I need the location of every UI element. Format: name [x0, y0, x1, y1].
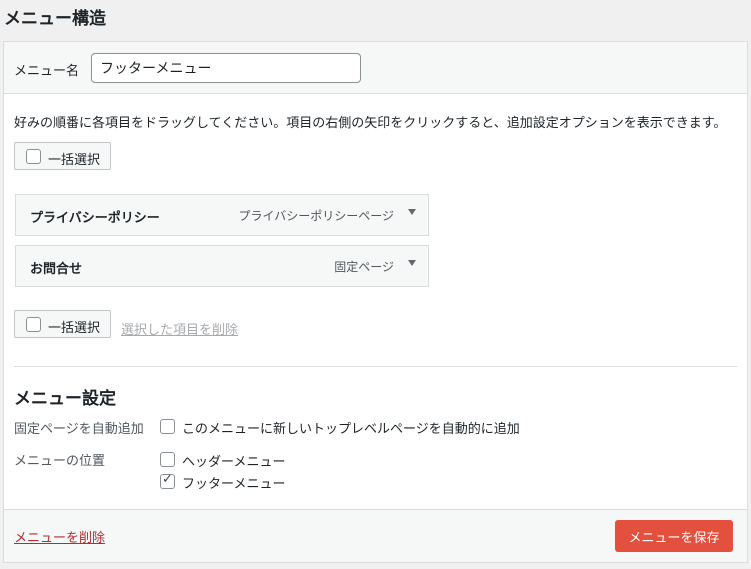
menu-item-privacy[interactable]: プライバシーポリシー プライバシーポリシーページ — [15, 194, 429, 236]
page-title: メニュー構造 — [4, 9, 106, 29]
remove-selected-link[interactable]: 選択した項目を削除 — [121, 319, 238, 338]
location-header-checkbox[interactable] — [160, 452, 175, 467]
menu-item-contact[interactable]: お問合せ 固定ページ — [15, 245, 429, 287]
menu-settings-title: メニュー設定 — [14, 389, 116, 409]
auto-add-label: 固定ページを自動追加 — [14, 422, 144, 437]
save-menu-button[interactable]: メニューを保存 — [615, 520, 733, 552]
delete-menu-link[interactable]: メニューを削除 — [14, 527, 105, 546]
menu-item-title: お問合せ — [30, 262, 83, 277]
menu-name-input[interactable] — [91, 53, 361, 83]
checkmark-icon: ✓ — [162, 472, 173, 487]
menu-item-type: 固定ページ — [334, 260, 394, 274]
auto-add-checkbox[interactable] — [160, 419, 175, 434]
bulk-select-bottom[interactable]: 一括選択 — [14, 310, 111, 338]
menu-item-type: プライバシーポリシーページ — [238, 209, 394, 223]
chevron-down-icon[interactable] — [408, 209, 416, 215]
instructions-text: 好みの順番に各項目をドラッグしてください。項目の右側の矢印をクリックすると、追加… — [14, 116, 727, 131]
footer-bar: メニューを削除 メニューを保存 — [4, 509, 747, 562]
location-footer-checkbox[interactable]: ✓ — [160, 472, 175, 489]
bulk-select-label: 一括選択 — [48, 153, 101, 168]
bulk-select-checkbox-top[interactable] — [26, 149, 41, 164]
bulk-select-label: 一括選択 — [48, 321, 101, 336]
bulk-select-checkbox-bottom[interactable] — [26, 317, 41, 332]
chevron-down-icon[interactable] — [408, 260, 416, 266]
auto-add-option-label: このメニューに新しいトップレベルページを自動的に追加 — [182, 422, 520, 437]
menu-name-bar: メニュー名 — [4, 42, 747, 94]
menu-item-title: プライバシーポリシー — [30, 211, 160, 226]
location-header-label: ヘッダーメニュー — [182, 455, 286, 470]
menu-location-label: メニューの位置 — [14, 454, 106, 469]
location-footer-label: フッターメニュー — [182, 477, 286, 492]
menu-name-label: メニュー名 — [14, 64, 80, 79]
bulk-select-top[interactable]: 一括選択 — [14, 142, 111, 170]
divider — [14, 366, 737, 367]
menu-structure-panel: メニュー名 好みの順番に各項目をドラッグしてください。項目の右側の矢印をクリック… — [3, 41, 748, 563]
